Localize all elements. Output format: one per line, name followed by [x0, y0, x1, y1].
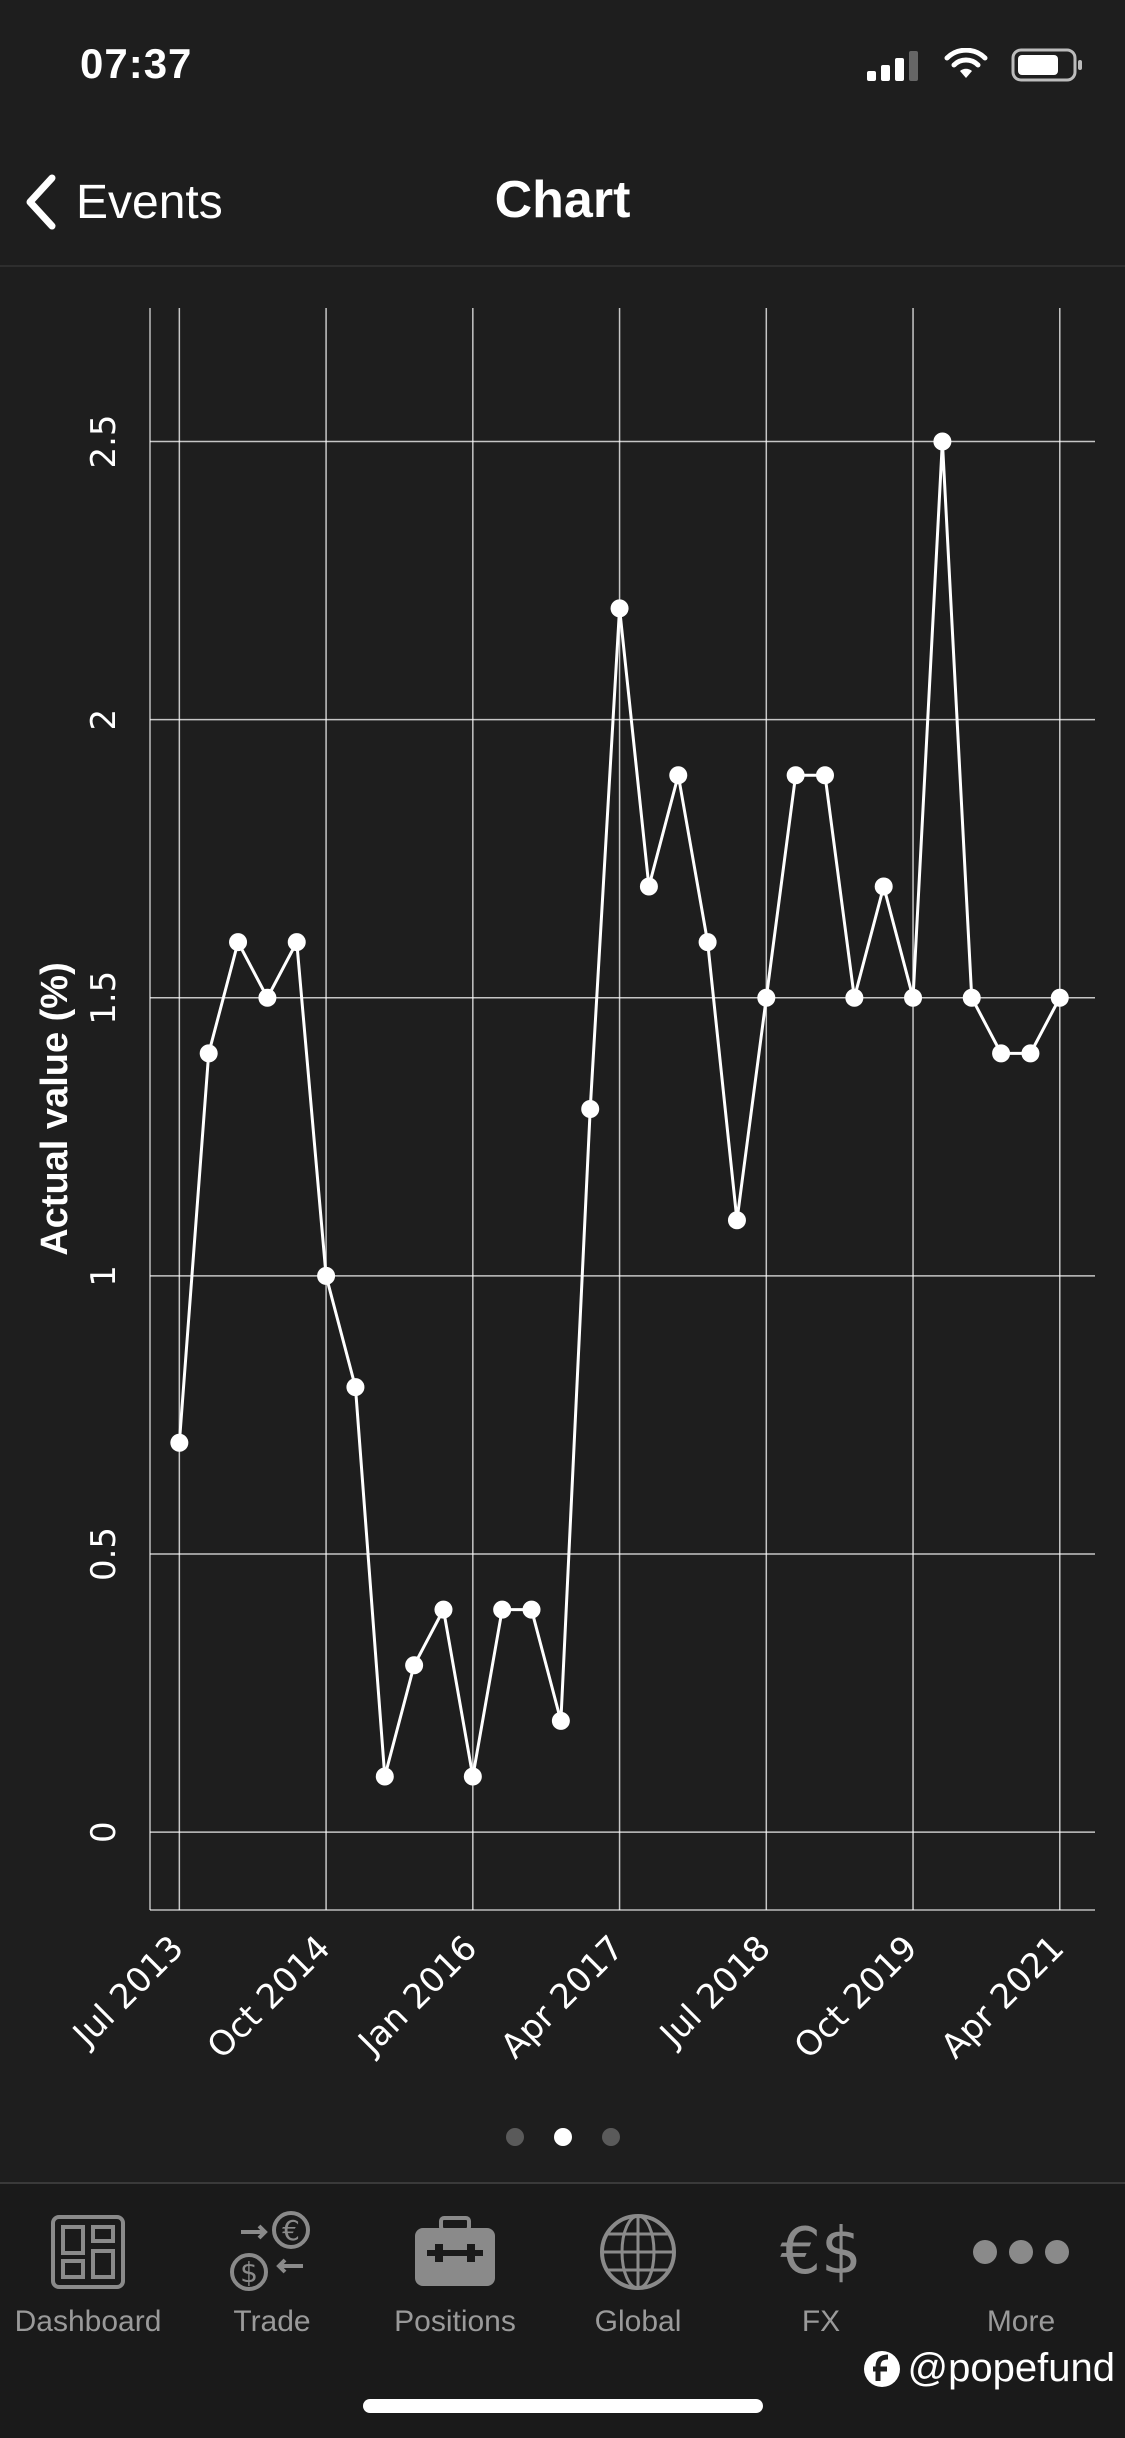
y-axis-title: Actual value (%) — [34, 962, 76, 1256]
cellular-signal-icon — [867, 51, 918, 81]
chevron-left-icon — [26, 174, 56, 230]
status-bar: 07:37 — [0, 0, 1125, 140]
data-point — [258, 988, 277, 1007]
more-icon — [971, 2204, 1071, 2299]
page-indicator[interactable] — [0, 2128, 1125, 2146]
data-point — [669, 766, 688, 785]
tab-fx[interactable]: €$ FX — [736, 2204, 906, 2354]
data-point — [199, 1044, 218, 1063]
y-tick-label: 0.5 — [84, 1527, 124, 1581]
y-tick-label: 0 — [84, 1821, 124, 1843]
tab-more[interactable]: More — [936, 2204, 1106, 2354]
data-point — [375, 1767, 394, 1786]
chart-container[interactable]: Jul 2013 Oct 2014 Jan 2016 Apr 2017 Jul 2018… — [0, 270, 1125, 2100]
svg-text:€: € — [282, 2214, 300, 2247]
data-point — [786, 766, 805, 785]
data-point — [170, 1433, 189, 1452]
dashboard-icon — [51, 2204, 125, 2299]
page-dot-3[interactable] — [601, 2128, 620, 2146]
globe-icon — [598, 2204, 678, 2299]
line-chart: Jul 2013 Oct 2014 Jan 2016 Apr 2017 Jul 2018… — [34, 308, 1095, 2067]
data-point — [816, 766, 834, 785]
x-tick-label: Jul 2013 — [64, 1928, 192, 2056]
tab-label: Positions — [394, 2305, 516, 2338]
data-point — [434, 1600, 453, 1619]
data-point — [1021, 1044, 1040, 1063]
home-indicator[interactable] — [363, 2399, 763, 2413]
popefund-logo-icon — [863, 2350, 900, 2387]
data-point — [610, 599, 629, 618]
tab-positions[interactable]: Positions — [370, 2204, 540, 2354]
data-point — [287, 933, 306, 952]
y-tick-label: 2.5 — [84, 414, 124, 468]
tab-label: More — [986, 2305, 1056, 2338]
data-point — [639, 877, 658, 896]
y-tick-label: 1 — [84, 1265, 124, 1287]
watermark: @popefund — [862, 2346, 1115, 2391]
data-point — [962, 988, 981, 1007]
data-point — [405, 1656, 424, 1675]
nav-bar: Events Chart — [0, 140, 1125, 267]
y-tick-label: 2 — [84, 709, 124, 731]
data-point — [992, 1044, 1011, 1063]
data-point — [493, 1600, 512, 1619]
back-button[interactable]: Events — [22, 162, 223, 242]
data-point — [698, 933, 717, 952]
x-tick-label: Jul 2018 — [651, 1928, 779, 2056]
battery-icon — [1011, 48, 1082, 82]
data-point — [229, 933, 248, 952]
data-point — [933, 432, 952, 451]
data-point — [463, 1767, 482, 1786]
positions-icon — [413, 2204, 497, 2299]
status-icons — [867, 48, 1085, 82]
trade-icon: € $ — [227, 2204, 317, 2299]
tab-label: Global — [594, 2305, 682, 2338]
back-label: Events — [76, 175, 223, 229]
tab-dashboard[interactable]: Dashboard — [3, 2204, 173, 2354]
status-time: 07:37 — [80, 40, 193, 87]
data-point — [904, 988, 923, 1007]
tab-global[interactable]: Global — [553, 2204, 723, 2354]
svg-text:$: $ — [240, 2256, 258, 2289]
data-point — [727, 1211, 746, 1230]
x-tick-label: Apr 2017 — [493, 1928, 632, 2067]
fx-icon: €$ — [780, 2214, 862, 2289]
y-tick-label: 1.5 — [84, 971, 124, 1025]
tab-trade[interactable]: € $ Trade — [187, 2204, 357, 2354]
tab-label: FX — [801, 2305, 841, 2338]
data-point — [581, 1100, 600, 1118]
page-dot-2[interactable] — [553, 2128, 572, 2146]
data-point — [551, 1711, 570, 1730]
x-tick-label: Apr 2021 — [933, 1928, 1072, 2067]
data-point — [757, 988, 776, 1007]
x-tick-label: Oct 2019 — [787, 1928, 926, 2067]
x-tick-label: Oct 2014 — [200, 1928, 339, 2067]
x-tick-label: Jan 2016 — [350, 1928, 486, 2064]
data-point — [845, 988, 864, 1007]
wifi-icon — [944, 48, 988, 78]
tab-label: Trade — [233, 2305, 311, 2338]
page-dot-1[interactable] — [505, 2128, 524, 2146]
data-point — [317, 1266, 336, 1285]
data-point — [1050, 988, 1069, 1007]
data-point — [522, 1600, 541, 1619]
watermark-text: @popefund — [907, 2346, 1115, 2390]
data-point — [874, 877, 893, 896]
tab-label: Dashboard — [14, 2305, 162, 2338]
data-point — [346, 1378, 365, 1397]
